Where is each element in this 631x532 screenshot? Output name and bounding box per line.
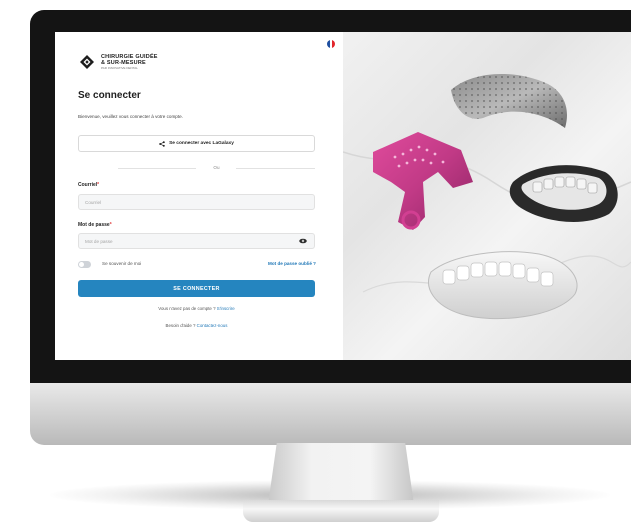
email-label: Courriel*	[78, 182, 99, 188]
signup-prompt: Vous n'avez pas de compte ? S'inscrire	[78, 306, 315, 311]
monitor-chin	[30, 383, 631, 445]
brand-diamond-icon	[80, 55, 94, 69]
welcome-text: Bienvenue, veuillez vous connecter à vot…	[78, 114, 183, 119]
hero-image-panel	[343, 32, 631, 360]
titanium-mesh-illustration	[451, 73, 568, 128]
language-flag-icon[interactable]	[327, 40, 335, 48]
password-field[interactable]	[78, 233, 315, 249]
password-required-mark: *	[109, 222, 112, 228]
sso-login-button[interactable]: Se connecter avec LaGalaxy	[78, 135, 315, 152]
brand-line-3: PAR INNOVATIVE DENTAL	[101, 66, 138, 70]
help-text: Besoin d'aide ?	[165, 323, 196, 328]
password-label-text: Mot de passe	[78, 222, 110, 228]
password-label: Mot de passe*	[78, 222, 112, 228]
remember-me-toggle[interactable]	[78, 261, 91, 268]
email-field[interactable]	[78, 194, 315, 210]
signup-text: Vous n'avez pas de compte ?	[158, 306, 216, 311]
email-label-text: Courriel	[78, 182, 98, 188]
remember-me-label: Se souvenir de moi	[102, 261, 142, 266]
sso-login-label: Se connecter avec LaGalaxy	[169, 141, 234, 146]
page-title: Se connecter	[78, 90, 141, 101]
brand-logo: CHIRURGIE GUIDÉE & SUR-MESURE PAR INNOVA…	[79, 54, 158, 70]
pink-surgical-guide-illustration	[373, 132, 473, 230]
or-divider: Ou	[118, 164, 315, 172]
brand-text: CHIRURGIE GUIDÉE & SUR-MESURE PAR INNOVA…	[101, 54, 158, 70]
contact-link[interactable]: Contactez-nous	[197, 323, 228, 328]
help-prompt: Besoin d'aide ? Contactez-nous	[78, 323, 315, 328]
desktop-scene: CHIRURGIE GUIDÉE & SUR-MESURE PAR INNOVA…	[0, 0, 631, 532]
dark-digital-guide-illustration	[509, 165, 618, 222]
share-icon	[159, 140, 165, 147]
show-password-eye-icon[interactable]	[299, 238, 307, 244]
forgot-password-link[interactable]: Mot de passe oublié ?	[257, 261, 316, 266]
divider-line-right	[236, 168, 315, 169]
monitor-stand-neck	[268, 443, 414, 505]
monitor-stand-base	[243, 500, 439, 522]
email-required-mark: *	[97, 182, 100, 188]
clear-aligner-illustration	[428, 251, 578, 320]
monitor-screen: CHIRURGIE GUIDÉE & SUR-MESURE PAR INNOVA…	[55, 32, 631, 360]
signup-link[interactable]: S'inscrire	[217, 306, 235, 311]
dental-products-photo	[343, 73, 631, 320]
login-submit-button[interactable]: SE CONNECTER	[78, 280, 315, 297]
login-panel: CHIRURGIE GUIDÉE & SUR-MESURE PAR INNOVA…	[55, 32, 343, 360]
